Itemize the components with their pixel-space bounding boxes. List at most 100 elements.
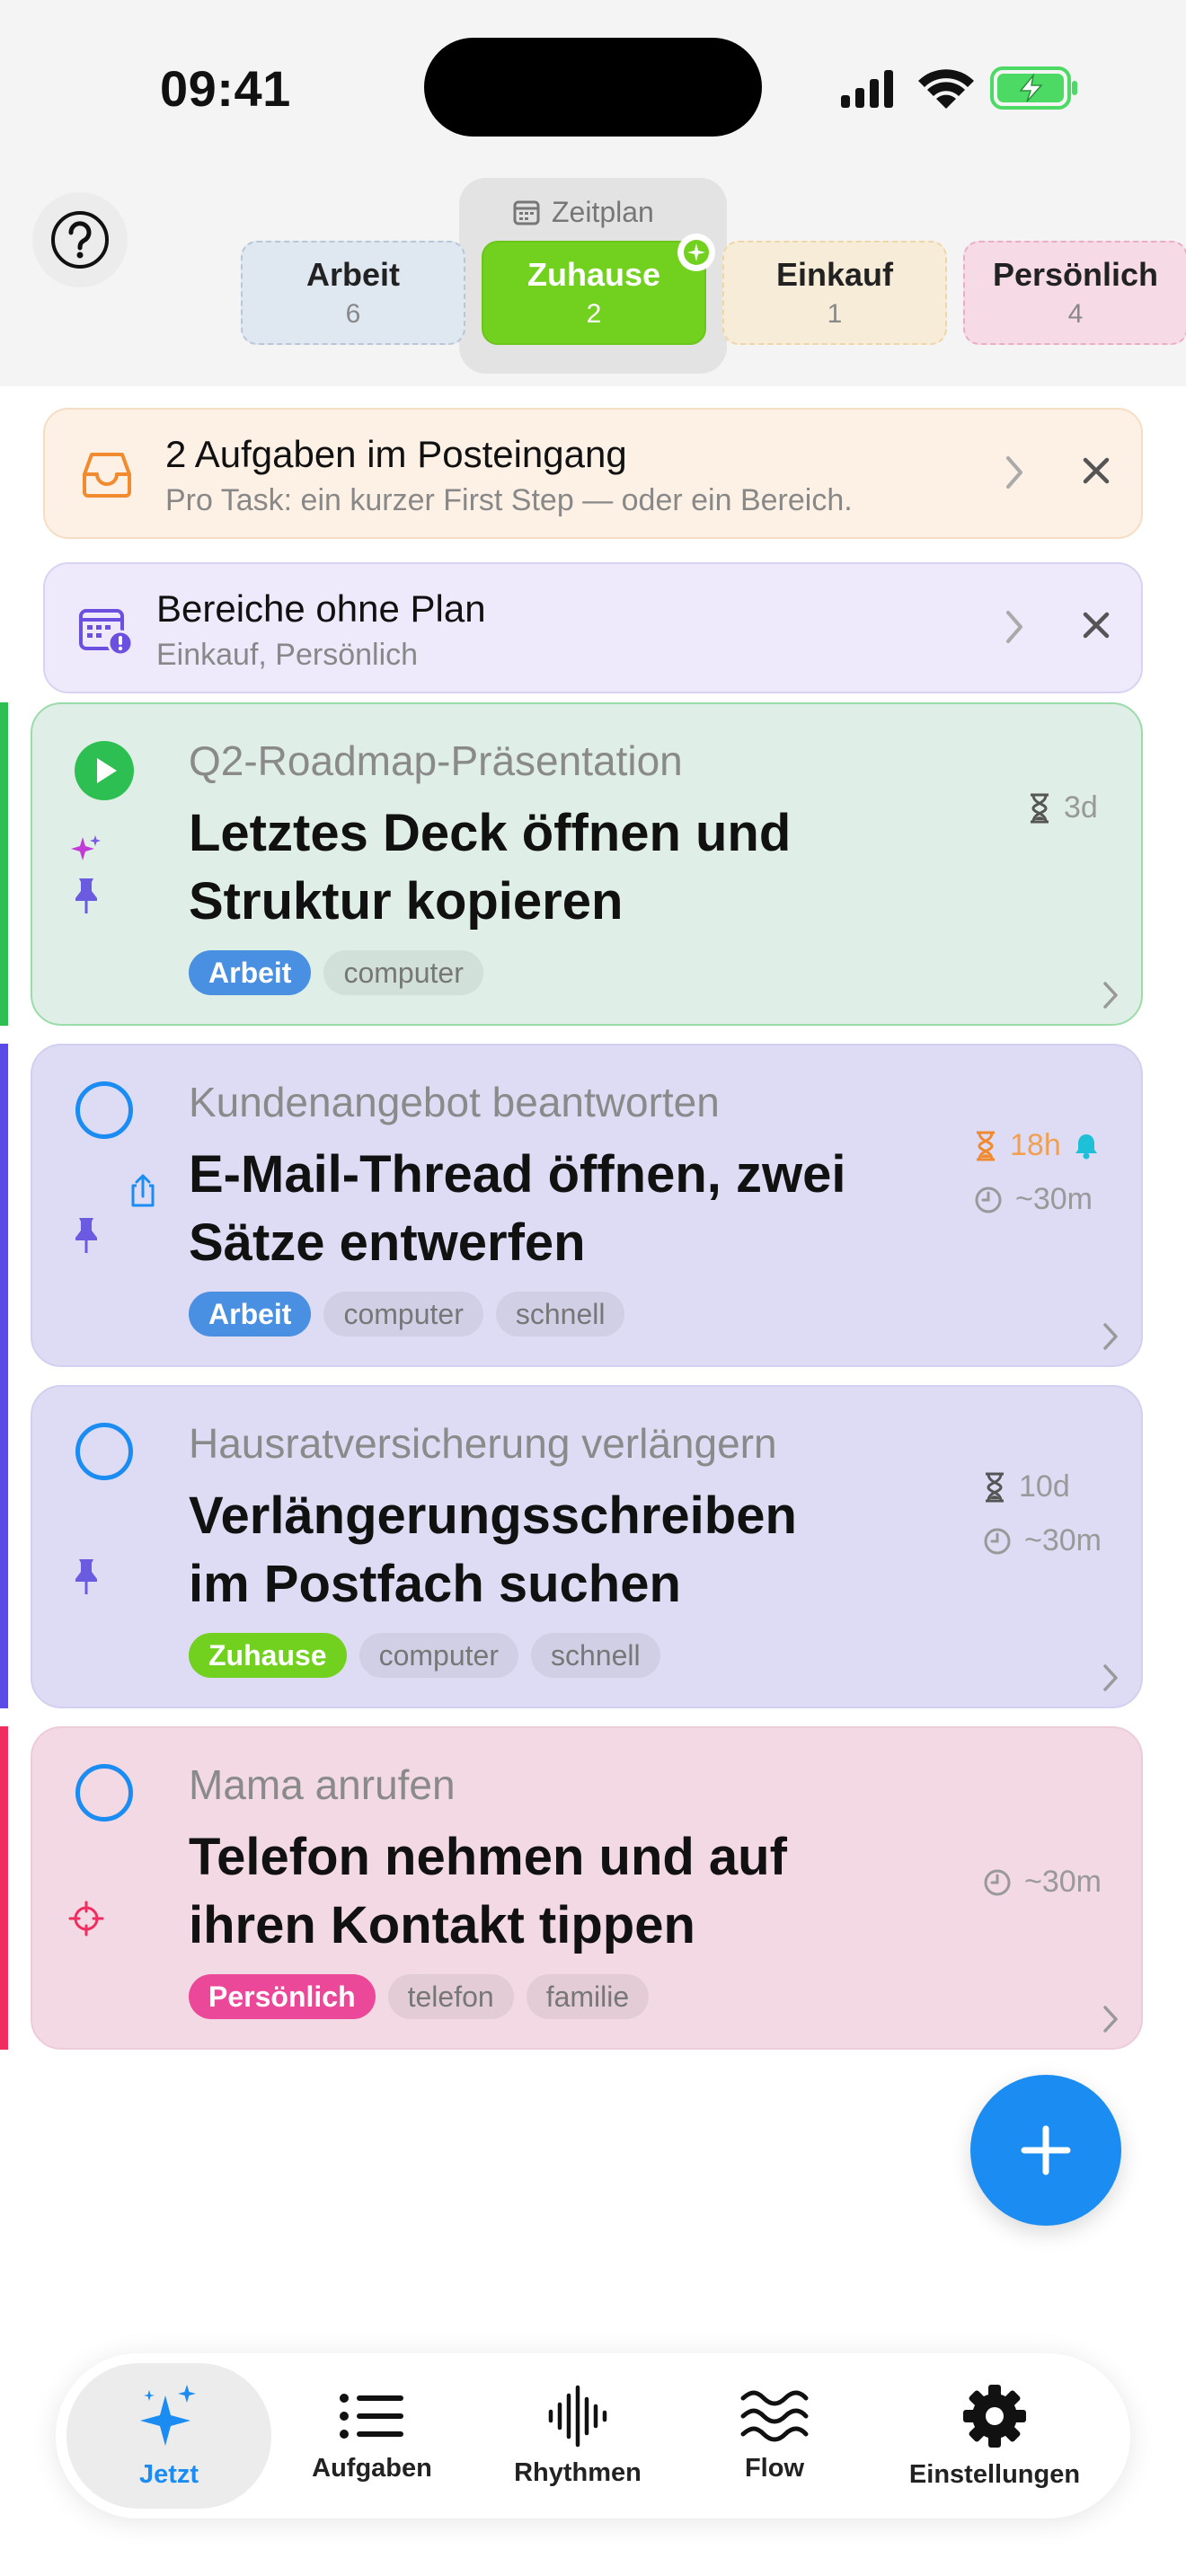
task-duration: ~30m — [983, 1865, 1102, 1900]
deadline-value: 18h — [1010, 1128, 1061, 1162]
question-icon — [51, 211, 109, 269]
tab-label: Einstellungen — [908, 2459, 1081, 2489]
dynamic-island — [424, 38, 762, 137]
tag-context[interactable]: Arbeit — [189, 950, 312, 995]
tag[interactable]: schnell — [495, 1292, 625, 1337]
context-count: 1 — [827, 299, 843, 329]
context-name: Persönlich — [992, 256, 1159, 293]
tag-context[interactable]: Arbeit — [189, 1292, 312, 1337]
task-first-step: E-Mail-Thread öffnen, zwei Sätze entwerf… — [189, 1145, 846, 1272]
tag[interactable]: familie — [526, 1974, 650, 2019]
task-first-step: Telefon nehmen und auf ihren Kontakt tip… — [189, 1828, 787, 1954]
gear-icon — [963, 2384, 1026, 2448]
chevron-right-icon — [1103, 2006, 1118, 2033]
add-task-button[interactable] — [970, 2075, 1121, 2226]
duration-value: ~30m — [1015, 1182, 1093, 1216]
chevron-right-icon — [1103, 1323, 1118, 1350]
context-chip-einkauf[interactable]: Einkauf 1 — [722, 241, 947, 345]
chevron-right-icon — [1006, 456, 1022, 489]
task-parent-title: Hausratversicherung verlängern — [189, 1420, 777, 1467]
duration-value: ~30m — [1024, 1865, 1102, 1899]
unplanned-banner-subtitle: Einkauf, Persönlich — [156, 638, 419, 672]
clock-icon — [984, 1528, 1011, 1554]
sparkles-icon — [71, 835, 101, 860]
tab-label: Rhythmen — [514, 2457, 642, 2487]
complete-checkbox[interactable] — [75, 1081, 133, 1139]
task-tags: Persönlich telefon familie — [189, 1974, 650, 2019]
context-chip-arbeit[interactable]: Arbeit 6 — [241, 241, 465, 345]
close-icon[interactable] — [1078, 607, 1114, 643]
signal-icon — [841, 70, 893, 108]
target-icon — [68, 1901, 104, 1936]
task-card[interactable]: Kundenangebot beantworten E-Mail-Thread … — [31, 1044, 1143, 1367]
schedule-label[interactable]: Zeitplan — [512, 194, 654, 230]
inbox-banner-title: 2 Aufgaben im Posteingang — [165, 433, 627, 475]
chevron-right-icon — [1103, 1664, 1118, 1691]
share-icon[interactable] — [128, 1173, 158, 1209]
close-icon[interactable] — [1078, 453, 1114, 489]
context-chip-persoenlich[interactable]: Persönlich 4 — [963, 241, 1186, 345]
hourglass-icon — [1031, 793, 1049, 823]
task-first-step: Verlängerungsschreiben im Postfach suche… — [189, 1486, 797, 1613]
waveform-icon — [548, 2385, 607, 2447]
task-duration: ~30m — [983, 1523, 1102, 1558]
tab-aufgaben[interactable]: Aufgaben — [291, 2353, 453, 2519]
task-card[interactable]: Hausratversicherung verlängern Verlänger… — [31, 1385, 1143, 1708]
context-count: 6 — [345, 299, 361, 329]
help-button[interactable] — [32, 192, 128, 287]
tag[interactable]: computer — [323, 950, 483, 995]
duration-value: ~30m — [1024, 1523, 1102, 1557]
task-card[interactable]: Mama anrufen Telefon nehmen und auf ihre… — [31, 1726, 1143, 2050]
context-count: 2 — [586, 299, 602, 329]
complete-checkbox[interactable] — [75, 1423, 133, 1480]
tab-rhythmen[interactable]: Rhythmen — [482, 2353, 674, 2519]
tag[interactable]: telefon — [387, 1974, 514, 2019]
inbox-banner[interactable]: 2 Aufgaben im Posteingang Pro Task: ein … — [43, 408, 1143, 539]
context-count: 4 — [1067, 299, 1084, 329]
tag-context[interactable]: Persönlich — [189, 1974, 376, 2019]
plus-icon — [1021, 2125, 1071, 2175]
task-parent-title: Q2-Roadmap-Präsentation — [189, 737, 683, 784]
chevron-right-icon — [1006, 611, 1022, 643]
play-icon[interactable] — [74, 740, 135, 801]
tag[interactable]: computer — [323, 1292, 483, 1337]
schedule-label-text: Zeitplan — [552, 195, 654, 228]
waves-icon — [740, 2390, 809, 2441]
task-card[interactable]: Q2-Roadmap-Präsentation Letztes Deck öff… — [31, 702, 1143, 1026]
clock-icon — [975, 1187, 1002, 1213]
tab-label: Jetzt — [138, 2459, 199, 2489]
inbox-tray-icon — [83, 453, 131, 498]
context-stripe-persoenlich — [0, 1726, 8, 2050]
context-chip-zuhause[interactable]: Zuhause 2 — [482, 234, 715, 345]
pin-icon — [75, 878, 97, 913]
list-icon — [340, 2393, 403, 2439]
hourglass-icon — [986, 1472, 1004, 1502]
status-icons — [841, 66, 1077, 110]
deadline-value: 3d — [1064, 790, 1098, 825]
chevron-right-icon — [1103, 982, 1118, 1009]
task-deadline: 18h — [974, 1128, 1099, 1163]
complete-checkbox[interactable] — [75, 1764, 133, 1822]
tag[interactable]: computer — [358, 1633, 518, 1678]
task-parent-title: Mama anrufen — [189, 1761, 456, 1808]
bell-icon — [1075, 1134, 1097, 1159]
sparkle-badge-icon — [677, 234, 715, 271]
tab-jetzt[interactable]: Jetzt — [66, 2363, 271, 2509]
context-stripe-focus — [0, 1044, 8, 1708]
calendar-icon — [513, 200, 540, 225]
task-deadline: 10d — [983, 1469, 1070, 1504]
tab-flow[interactable]: Flow — [703, 2353, 846, 2519]
context-name: Arbeit — [305, 256, 400, 293]
battery-icon — [990, 66, 1077, 110]
task-tags: Arbeit computer — [189, 950, 483, 995]
task-duration: ~30m — [974, 1182, 1093, 1217]
unplanned-areas-banner[interactable]: Bereiche ohne Plan Einkauf, Persönlich — [43, 562, 1143, 693]
pin-icon — [75, 1559, 97, 1594]
tag-context[interactable]: Zuhause — [189, 1633, 347, 1678]
tab-label: Flow — [744, 2453, 805, 2483]
tab-label: Aufgaben — [312, 2453, 432, 2483]
tab-einstellungen[interactable]: Einstellungen — [873, 2353, 1116, 2519]
pin-icon — [75, 1218, 97, 1253]
tag[interactable]: schnell — [530, 1633, 660, 1678]
sparkles-icon — [140, 2384, 196, 2446]
